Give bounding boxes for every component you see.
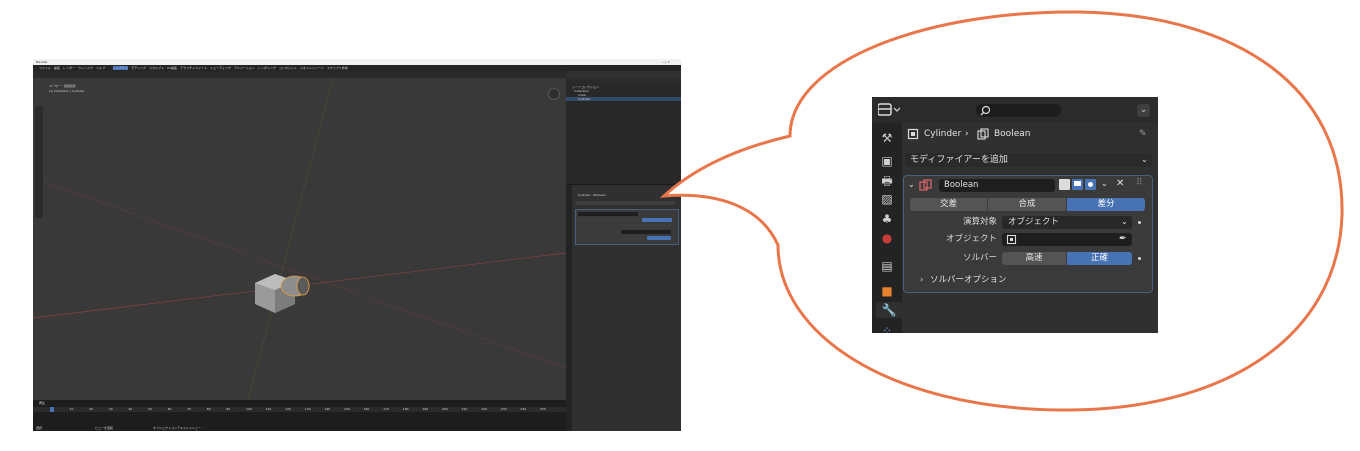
modifier-name-field[interactable]: Boolean — [939, 179, 1055, 192]
operand-label: 演算対象 — [962, 217, 997, 227]
chevron-down-icon: ⌄ — [1141, 155, 1148, 164]
modifier-name: Boolean — [944, 180, 979, 190]
operation-intersect-button[interactable]: 交差 — [910, 198, 987, 211]
operation-difference-button[interactable]: 差分 — [1067, 198, 1145, 211]
solver-fast-button[interactable]: 高速 — [1002, 252, 1066, 265]
keyframe-dot[interactable] — [1138, 257, 1141, 260]
solver-options-header[interactable]: ソルバーオプション — [930, 274, 1007, 286]
solver-exact-button[interactable]: 正確 — [1067, 252, 1132, 265]
world-tab-icon[interactable]: ● — [879, 230, 895, 246]
properties-tabs: ⚒ ▣ 🖶 ▨ ♣ ● ▤ ■ 🔧 ⁘ — [872, 123, 902, 333]
breadcrumb-modifier: Boolean — [994, 129, 1031, 139]
chevron-down-icon: ⌄ — [1121, 217, 1128, 226]
panel-header: ⌄ — [872, 97, 1158, 123]
close-icon[interactable]: ✕ — [1116, 178, 1124, 190]
tool-tab-icon[interactable]: ⚒ — [879, 130, 895, 146]
pin-icon[interactable]: ✎ — [1139, 128, 1147, 140]
keyframe-dot[interactable] — [1138, 221, 1141, 224]
boolean-modifier-icon — [977, 128, 989, 140]
properties-panel: ⌄ ⚒ ▣ 🖶 ▨ ♣ ● ▤ ■ 🔧 ⁘ Cylinder › Boolean… — [872, 97, 1158, 333]
operand-dropdown[interactable]: オブジェクト ⌄ — [1002, 216, 1132, 229]
operation-union-button[interactable]: 合成 — [988, 198, 1066, 211]
boolean-modifier-icon — [919, 179, 932, 191]
collapse-chevron-icon[interactable]: ⌄ — [908, 179, 915, 191]
eyedropper-icon[interactable]: ✒ — [1119, 233, 1127, 245]
expand-chevron-icon[interactable]: › — [920, 274, 923, 286]
modifier-tab-icon[interactable]: 🔧 — [876, 302, 902, 318]
breadcrumb-separator-icon: › — [965, 129, 969, 139]
editor-type-icon[interactable] — [878, 103, 906, 117]
chevron-down-icon[interactable]: ⌄ — [1137, 104, 1150, 117]
object-field[interactable]: ✒ — [1002, 233, 1132, 246]
output-tab-icon[interactable]: 🖶 — [879, 173, 895, 189]
scene-tab-icon[interactable]: ♣ — [879, 211, 895, 227]
object-label: オブジェクト — [945, 234, 997, 244]
drag-handle-icon[interactable]: ⠿ — [1136, 177, 1143, 189]
collection-tab-icon[interactable]: ▤ — [879, 258, 895, 274]
modifier-menu-chevron-icon[interactable]: ⌄ — [1101, 178, 1108, 190]
view-layer-tab-icon[interactable]: ▨ — [879, 191, 895, 207]
search-input[interactable] — [976, 104, 1061, 117]
solver-label: ソルバー — [962, 253, 997, 263]
edit-mode-toggle-icon[interactable] — [1059, 179, 1070, 190]
add-modifier-dropdown[interactable]: モディファイアーを追加 ⌄ — [905, 153, 1152, 167]
operand-value: オブジェクト — [1008, 217, 1060, 227]
add-modifier-label: モディファイアーを追加 — [910, 155, 1008, 165]
object-tab-icon[interactable]: ■ — [879, 283, 895, 299]
object-icon — [907, 128, 919, 140]
breadcrumb-object: Cylinder — [924, 129, 962, 139]
render-camera-icon[interactable] — [1085, 179, 1096, 190]
viewport-display-icon[interactable] — [1072, 179, 1083, 190]
render-tab-icon[interactable]: ▣ — [879, 153, 895, 169]
boolean-modifier-panel: ⌄ Boolean ⌄ ✕ ⠿ 交差 合成 差分 演算対象 オブジェクト ⌄ オ… — [903, 175, 1153, 293]
particles-tab-icon[interactable]: ⁘ — [879, 323, 895, 333]
search-icon — [980, 105, 991, 116]
object-icon — [1006, 234, 1017, 245]
